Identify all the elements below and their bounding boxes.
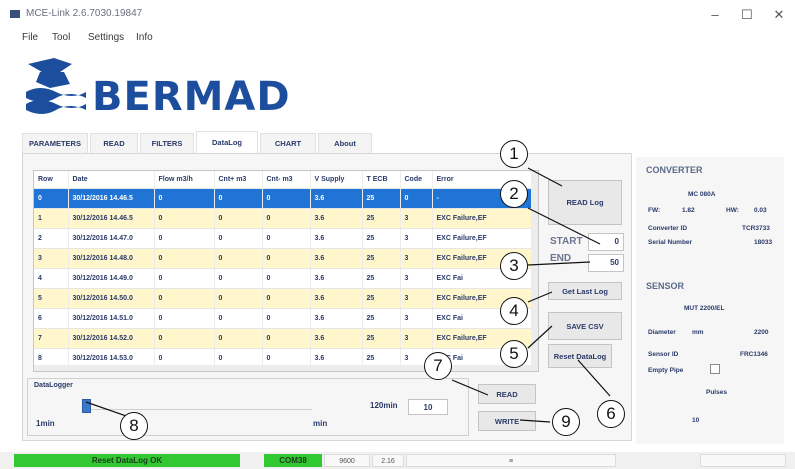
callout-marker: 9 [552, 408, 580, 436]
callout-marker: 8 [120, 412, 148, 440]
callout-marker: 6 [597, 400, 625, 428]
callout-marker: 3 [500, 252, 528, 280]
callout-marker: 4 [500, 297, 528, 325]
callout-marker: 7 [424, 352, 452, 380]
callout-marker: 2 [500, 180, 528, 208]
callout-marker: 1 [500, 140, 528, 168]
callout-marker: 5 [500, 340, 528, 368]
callout-leaders [85, 167, 611, 423]
